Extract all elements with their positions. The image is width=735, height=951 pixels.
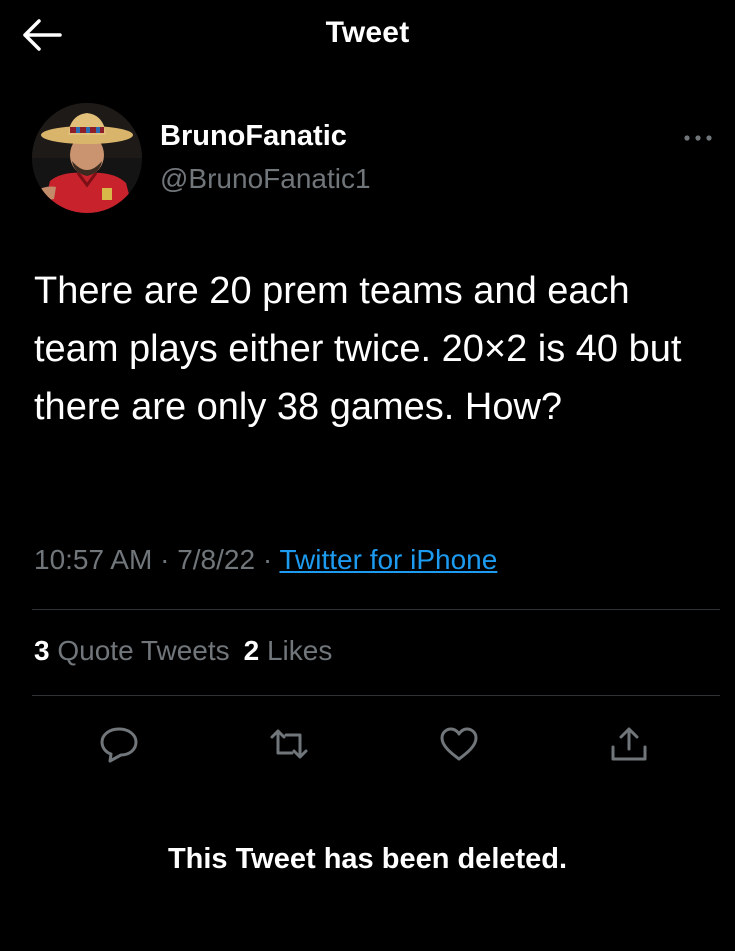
- page-title: Tweet: [325, 16, 410, 49]
- meta-separator: ·: [160, 544, 170, 575]
- tweet-stats: 3 Quote Tweets 2 Likes: [34, 635, 346, 667]
- deleted-tweet-notice: This Tweet has been deleted.: [167, 843, 568, 875]
- meta-separator: ·: [262, 544, 273, 575]
- tweet-time: 10:57 AM: [34, 544, 153, 575]
- tweet-source-link[interactable]: Twitter for iPhone: [279, 544, 497, 575]
- retweet-icon: [270, 729, 308, 759]
- author-display-name[interactable]: BrunoFanatic: [160, 120, 347, 153]
- more-button[interactable]: [676, 124, 720, 152]
- share-icon: [611, 727, 647, 761]
- tweet-date: 7/8/22: [177, 544, 256, 575]
- more-dots-icon: [684, 135, 712, 141]
- share-button[interactable]: [608, 725, 650, 763]
- retweet-button[interactable]: [268, 725, 310, 763]
- heart-icon: [440, 727, 478, 761]
- avatar-photo: [32, 103, 142, 213]
- divider: [32, 695, 720, 696]
- like-label: Likes: [266, 635, 333, 666]
- likes-stat[interactable]: 2 Likes: [244, 635, 333, 667]
- top-bar: Tweet: [0, 0, 735, 70]
- like-count: 2: [243, 635, 260, 666]
- quote-count: 3: [34, 635, 50, 666]
- reply-button[interactable]: [98, 725, 140, 763]
- reply-icon: [100, 727, 138, 763]
- tweet-meta: 10:57 AM · 7/8/22 · Twitter for iPhone: [34, 544, 497, 576]
- tweet-text: There are 20 prem teams and each team pl…: [34, 270, 682, 428]
- quote-label: Quote Tweets: [57, 635, 230, 666]
- avatar[interactable]: [32, 103, 142, 213]
- like-button[interactable]: [438, 725, 480, 763]
- quote-tweets-stat[interactable]: 3 Quote Tweets: [34, 635, 230, 667]
- author-handle[interactable]: @BrunoFanatic1: [160, 163, 371, 195]
- divider: [32, 609, 720, 610]
